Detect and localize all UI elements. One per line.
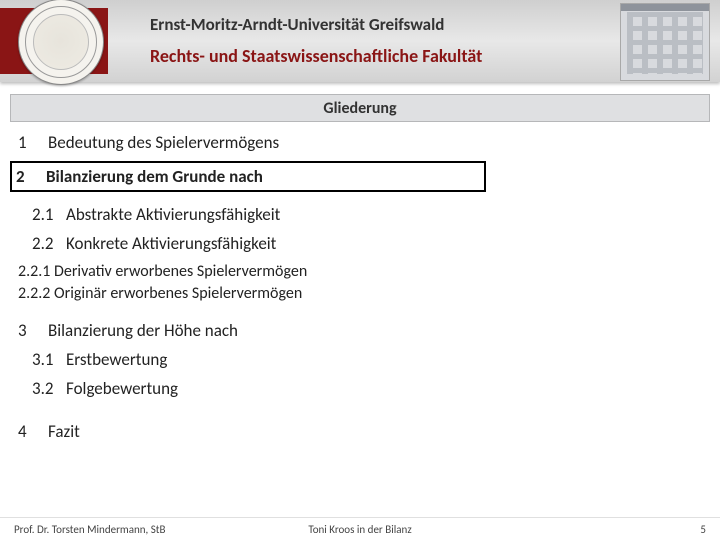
- outline-item-2-2: 2.2 Konkrete Aktivierungsfähigkeit: [32, 233, 700, 254]
- outline-item-1: 1 Bedeutung des Spielervermögens: [18, 132, 700, 153]
- outline-number: 3.2: [32, 378, 66, 399]
- outline-item-4: 4 Fazit: [18, 421, 700, 442]
- section-title: Gliederung: [10, 94, 710, 122]
- outline-text: Fazit: [48, 421, 80, 442]
- outline-number: 2.1: [32, 204, 66, 225]
- footer-title: Toni Kroos in der Bilanz: [308, 523, 411, 536]
- outline-text: Bedeutung des Spielervermögens: [48, 132, 279, 153]
- university-seal-icon: [18, 0, 104, 85]
- outline-item-3-1: 3.1 Erstbewertung: [32, 349, 700, 370]
- outline-number: 1: [18, 132, 48, 153]
- slide-footer: Prof. Dr. Torsten Mindermann, StB Toni K…: [0, 517, 720, 540]
- header-text: Ernst-Moritz-Arndt-Universität Greifswal…: [150, 14, 482, 67]
- footer-author: Prof. Dr. Torsten Mindermann, StB: [14, 523, 165, 536]
- outline-list: 1 Bedeutung des Spielervermögens 2 Bilan…: [18, 124, 700, 450]
- page-number: 5: [700, 523, 706, 536]
- outline-number: 3.1: [32, 349, 66, 370]
- outline-item-3: 3 Bilanzierung der Höhe nach: [18, 320, 700, 341]
- slide-header: Ernst-Moritz-Arndt-Universität Greifswal…: [0, 0, 720, 82]
- building-icon: [620, 3, 710, 81]
- outline-item-2-2-1: 2.2.1 Derivativ erworbenes Spielervermög…: [18, 262, 700, 281]
- outline-item-3-2: 3.2 Folgebewertung: [32, 378, 700, 399]
- outline-text: Abstrakte Aktivierungsfähigkeit: [66, 204, 280, 225]
- university-name: Ernst-Moritz-Arndt-Universität Greifswal…: [150, 14, 482, 35]
- outline-text: Erstbewertung: [66, 349, 167, 370]
- outline-text: Bilanzierung der Höhe nach: [48, 320, 238, 341]
- outline-number: 3: [18, 320, 48, 341]
- outline-number: 4: [18, 421, 48, 442]
- outline-text: Konkrete Aktivierungsfähigkeit: [66, 233, 276, 254]
- outline-text: Bilanzierung dem Grunde nach: [46, 166, 263, 187]
- outline-number: 2: [16, 166, 46, 187]
- outline-item-2-highlighted: 2 Bilanzierung dem Grunde nach: [10, 161, 486, 192]
- outline-text: Folgebewertung: [66, 378, 178, 399]
- faculty-name: Rechts- und Staatswissenschaftliche Faku…: [150, 45, 482, 67]
- outline-number: 2.2: [32, 233, 66, 254]
- outline-item-2-2-2: 2.2.2 Originär erworbenes Spielervermöge…: [18, 284, 700, 303]
- outline-item-2-1: 2.1 Abstrakte Aktivierungsfähigkeit: [32, 204, 700, 225]
